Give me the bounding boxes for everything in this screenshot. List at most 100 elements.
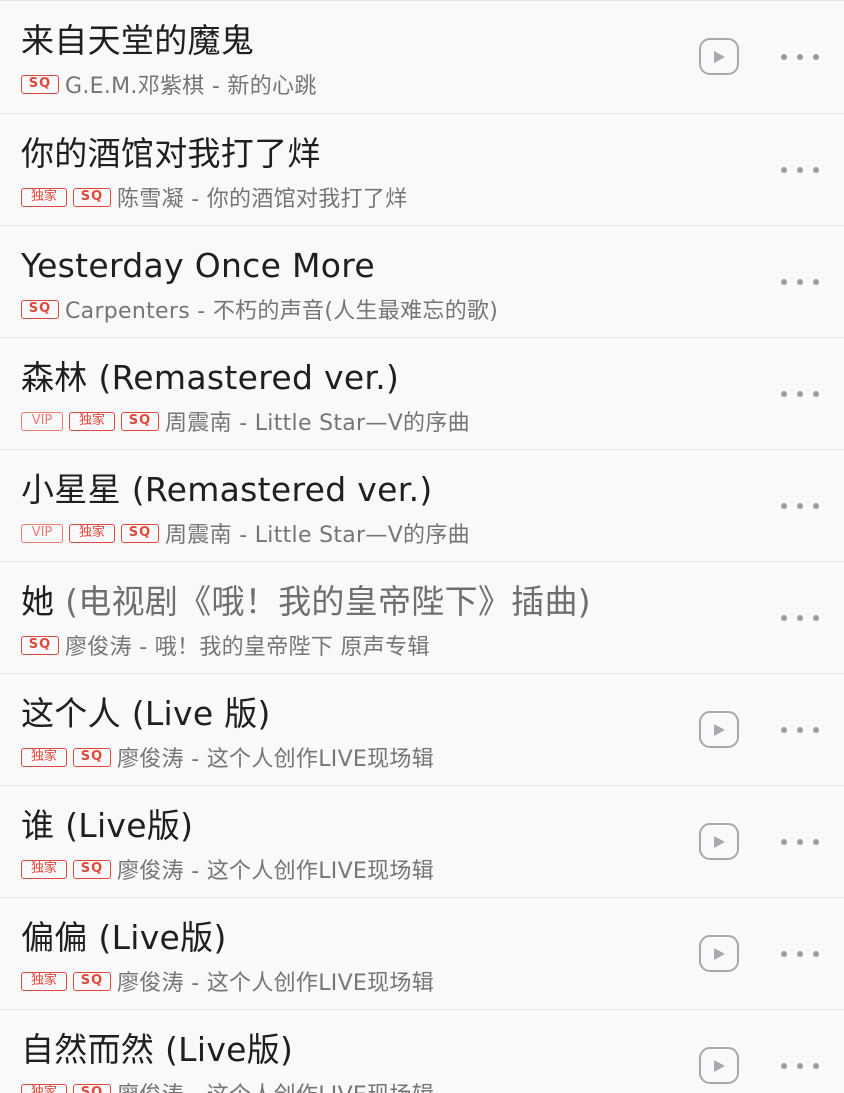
song-title-main: 谁 (Live版)	[21, 806, 194, 845]
sq-badge: SQ	[73, 187, 111, 207]
vip-badge: VIP	[21, 523, 63, 543]
dot	[797, 279, 803, 285]
more-options-icon[interactable]	[781, 724, 819, 736]
song-meta: 独家 SQ 陈雪凝 - 你的酒馆对我打了烊	[21, 182, 407, 212]
song-title-main: 这个人 (Live 版)	[21, 694, 271, 733]
exclusive-badge: 独家	[21, 187, 67, 207]
song-title: 这个人 (Live 版)	[21, 692, 271, 736]
song-row[interactable]: 你的酒馆对我打了烊独家 SQ 陈雪凝 - 你的酒馆对我打了烊	[0, 113, 844, 225]
song-row[interactable]: Yesterday Once More SQ Carpenters - 不朽的声音(…	[0, 225, 844, 337]
song-row[interactable]: 这个人 (Live 版) 独家 SQ 廖俊涛 - 这个人创作LIVE现场辑	[0, 673, 844, 785]
sq-badge: SQ	[73, 747, 111, 767]
more-options-icon[interactable]	[781, 612, 819, 624]
song-row[interactable]: 自然而然 (Live版) 独家 SQ 廖俊涛 - 这个人创作LIVE现场辑	[0, 1009, 844, 1093]
artist-album: 廖俊涛 - 这个人创作LIVE现场辑	[117, 747, 435, 772]
artist-album: Carpenters - 不朽的声音(人生最难忘的歌)	[65, 299, 499, 324]
artist-album: 周震南 - Little Star—V的序曲	[165, 411, 470, 436]
dot	[797, 951, 803, 957]
play-video-icon	[714, 836, 725, 848]
more-options-icon[interactable]	[781, 948, 819, 960]
more-options-icon[interactable]	[781, 500, 819, 512]
play-video-icon	[714, 948, 725, 960]
song-title: 她 (电视剧《哦！我的皇帝陛下》插曲)	[21, 580, 591, 624]
dot	[813, 54, 819, 60]
artist-album: G.E.M.邓紫棋 - 新的心跳	[65, 74, 317, 99]
dot	[781, 1063, 787, 1069]
song-row[interactable]: 森林 (Remastered ver.) VIP 独家 SQ 周震南 - Little …	[0, 337, 844, 449]
song-meta: VIP 独家 SQ 周震南 - Little Star—V的序曲	[21, 406, 470, 436]
song-title: 小星星 (Remastered ver.)	[21, 468, 433, 512]
play-video-button[interactable]	[699, 711, 739, 748]
song-title-main: 小星星 (Remastered ver.)	[21, 470, 433, 509]
song-row[interactable]: 谁 (Live版) 独家 SQ 廖俊涛 - 这个人创作LIVE现场辑	[0, 785, 844, 897]
dot	[797, 167, 803, 173]
song-title-main: 你的酒馆对我打了烊	[21, 134, 321, 173]
dot	[797, 1063, 803, 1069]
more-options-icon[interactable]	[781, 836, 819, 848]
dot	[797, 503, 803, 509]
artist-album: 廖俊涛 - 这个人创作LIVE现场辑	[117, 859, 435, 884]
exclusive-badge: 独家	[69, 411, 115, 431]
dot	[797, 839, 803, 845]
song-title-main: 偏偏 (Live版)	[21, 918, 227, 957]
play-video-button[interactable]	[699, 1047, 739, 1084]
song-title-main: 自然而然 (Live版)	[21, 1030, 294, 1069]
song-title: 森林 (Remastered ver.)	[21, 356, 399, 400]
more-options-icon[interactable]	[781, 1060, 819, 1072]
dot	[781, 391, 787, 397]
song-title-main: Yesterday Once More	[21, 246, 376, 285]
play-video-button[interactable]	[699, 38, 739, 75]
dot	[813, 279, 819, 285]
more-options-icon[interactable]	[781, 276, 819, 288]
dot	[797, 615, 803, 621]
song-row[interactable]: 来自天堂的魔鬼 SQ G.E.M.邓紫棋 - 新的心跳	[0, 0, 844, 113]
song-title: 你的酒馆对我打了烊	[21, 132, 321, 176]
song-meta: 独家 SQ 廖俊涛 - 这个人创作LIVE现场辑	[21, 966, 434, 996]
song-list: 来自天堂的魔鬼 SQ G.E.M.邓紫棋 - 新的心跳你的酒馆对我打了烊独家 SQ 陈雪…	[0, 0, 844, 1093]
song-title-main: 森林 (Remastered ver.)	[21, 358, 400, 397]
sq-badge: SQ	[21, 74, 59, 94]
dot	[797, 54, 803, 60]
dot	[813, 615, 819, 621]
play-video-icon	[714, 51, 725, 63]
song-meta: VIP 独家 SQ 周震南 - Little Star—V的序曲	[21, 518, 470, 548]
sq-badge: SQ	[121, 411, 159, 431]
sq-badge: SQ	[21, 299, 59, 319]
more-options-icon[interactable]	[781, 388, 819, 400]
dot	[781, 727, 787, 733]
artist-album: 周震南 - Little Star—V的序曲	[165, 523, 470, 548]
dot	[797, 391, 803, 397]
artist-album: 廖俊涛 - 这个人创作LIVE现场辑	[117, 1077, 434, 1093]
play-video-button[interactable]	[699, 823, 739, 860]
play-video-button[interactable]	[699, 935, 739, 972]
song-row[interactable]: 偏偏 (Live版) 独家 SQ 廖俊涛 - 这个人创作LIVE现场辑	[0, 897, 844, 1009]
dot	[781, 167, 787, 173]
vip-badge: VIP	[21, 411, 63, 431]
song-meta: 独家 SQ 廖俊涛 - 这个人创作LIVE现场辑	[21, 742, 434, 772]
song-meta: SQ Carpenters - 不朽的声音(人生最难忘的歌)	[21, 294, 498, 324]
dot	[813, 1063, 819, 1069]
exclusive-badge: 独家	[21, 1083, 67, 1093]
song-meta: 独家 SQ 廖俊涛 - 这个人创作LIVE现场辑	[21, 854, 434, 884]
artist-album: 陈雪凝 - 你的酒馆对我打了烊	[117, 187, 408, 212]
song-title-main: 来自天堂的魔鬼	[21, 21, 255, 60]
song-row[interactable]: 小星星 (Remastered ver.) VIP 独家 SQ 周震南 - Little…	[0, 449, 844, 561]
song-row[interactable]: 她 (电视剧《哦！我的皇帝陛下》插曲) SQ 廖俊涛 - 哦！我的皇帝陛下 原声专辑	[0, 561, 844, 673]
more-options-icon[interactable]	[781, 164, 819, 176]
song-meta: SQ G.E.M.邓紫棋 - 新的心跳	[21, 69, 317, 99]
play-video-icon	[714, 724, 725, 736]
sq-badge: SQ	[73, 1083, 111, 1093]
dot	[797, 727, 803, 733]
exclusive-badge: 独家	[21, 747, 67, 767]
artist-album: 廖俊涛 - 哦！我的皇帝陛下 原声专辑	[65, 635, 430, 660]
exclusive-badge: 独家	[69, 523, 115, 543]
more-options-icon[interactable]	[781, 51, 819, 63]
sq-badge: SQ	[73, 859, 111, 879]
dot	[813, 727, 819, 733]
dot	[813, 839, 819, 845]
dot	[781, 615, 787, 621]
dot	[781, 279, 787, 285]
song-title: 偏偏 (Live版)	[21, 916, 227, 960]
dot	[781, 503, 787, 509]
play-video-icon	[714, 1060, 725, 1072]
